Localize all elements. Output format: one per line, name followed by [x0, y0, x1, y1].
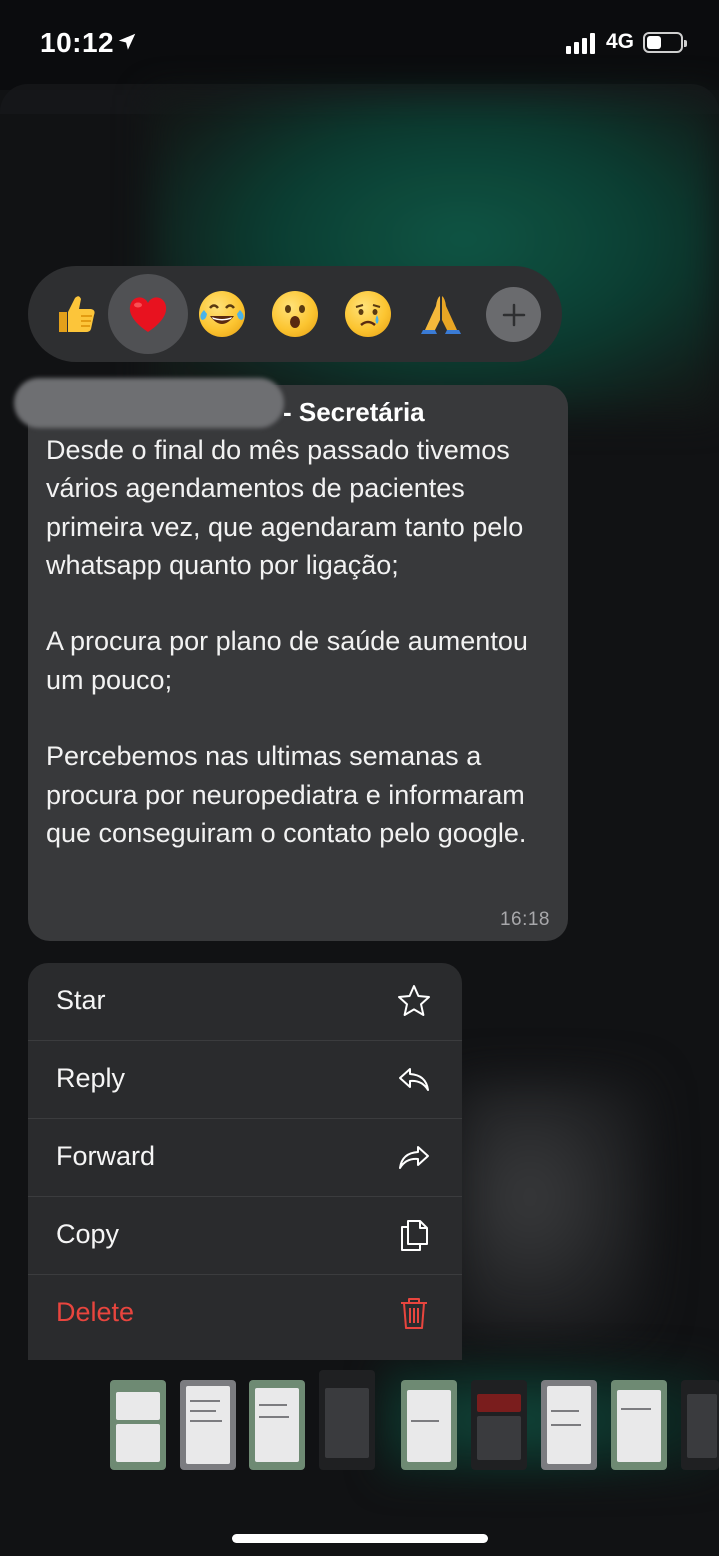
menu-item-star[interactable]: Star — [28, 963, 462, 1041]
thumbnail[interactable] — [611, 1380, 667, 1470]
thumbnail[interactable] — [681, 1380, 719, 1470]
thumbnail[interactable] — [319, 1370, 375, 1470]
battery-icon — [643, 32, 687, 53]
menu-item-reply[interactable]: Reply — [28, 1041, 462, 1119]
reaction-crying[interactable] — [334, 280, 402, 348]
thumbnail[interactable] — [541, 1380, 597, 1470]
reply-icon — [399, 1068, 429, 1091]
menu-item-label: Copy — [56, 1219, 120, 1249]
redacted-sender-name — [14, 378, 284, 428]
menu-item-label: Reply — [56, 1063, 126, 1093]
star-icon — [398, 985, 430, 1016]
status-bar: 10:12 4G — [0, 0, 719, 86]
clock: 10:12 — [40, 27, 115, 58]
thumbnail[interactable] — [471, 1380, 527, 1470]
blurred-background — [150, 95, 719, 415]
blurred-background-grey — [450, 1080, 650, 1340]
menu-item-label: Delete — [56, 1297, 135, 1327]
reaction-folded-hands[interactable] — [407, 280, 475, 348]
screenshot-thumbnail-strip — [0, 1360, 719, 1490]
menu-item-delete[interactable]: Delete — [28, 1275, 462, 1353]
add-reaction-button[interactable] — [486, 287, 541, 342]
message-text: Desde o final do mês passado tivemos vár… — [46, 435, 528, 848]
network-type: 4G — [606, 30, 635, 53]
reaction-bar — [28, 266, 562, 362]
thumbnail[interactable] — [249, 1380, 305, 1470]
message-timestamp: 16:18 — [499, 909, 550, 930]
reaction-surprised[interactable] — [261, 280, 329, 348]
crying-icon — [344, 290, 392, 338]
menu-item-copy[interactable]: Copy — [28, 1197, 462, 1275]
reaction-thumbs-up[interactable] — [41, 280, 109, 348]
thumbnail[interactable] — [110, 1380, 166, 1470]
plus-icon — [502, 303, 525, 326]
surprised-icon — [271, 290, 319, 338]
location-arrow-icon — [118, 33, 136, 50]
red-heart-icon — [129, 297, 167, 332]
thumbs-up-icon — [59, 296, 95, 332]
signal-icon — [566, 32, 600, 54]
forward-icon — [399, 1146, 429, 1169]
copy-icon — [401, 1220, 428, 1251]
reaction-tears-of-joy[interactable] — [188, 280, 256, 348]
reaction-red-heart[interactable] — [108, 274, 188, 354]
menu-item-label: Star — [56, 985, 106, 1015]
thumbnail[interactable] — [180, 1380, 236, 1470]
tears-of-joy-icon — [198, 290, 246, 338]
message-bubble[interactable]: - Secretária Desde o final do mês passad… — [28, 385, 568, 941]
menu-item-forward[interactable]: Forward — [28, 1119, 462, 1197]
folded-hands-icon — [421, 296, 461, 334]
trash-icon — [401, 1298, 427, 1329]
home-indicator[interactable] — [232, 1534, 488, 1543]
context-menu: Star Reply Forward Copy Delete — [28, 963, 462, 1360]
thumbnail[interactable] — [401, 1380, 457, 1470]
sender-name: - Secretária — [283, 397, 425, 427]
menu-item-label: Forward — [56, 1141, 156, 1171]
